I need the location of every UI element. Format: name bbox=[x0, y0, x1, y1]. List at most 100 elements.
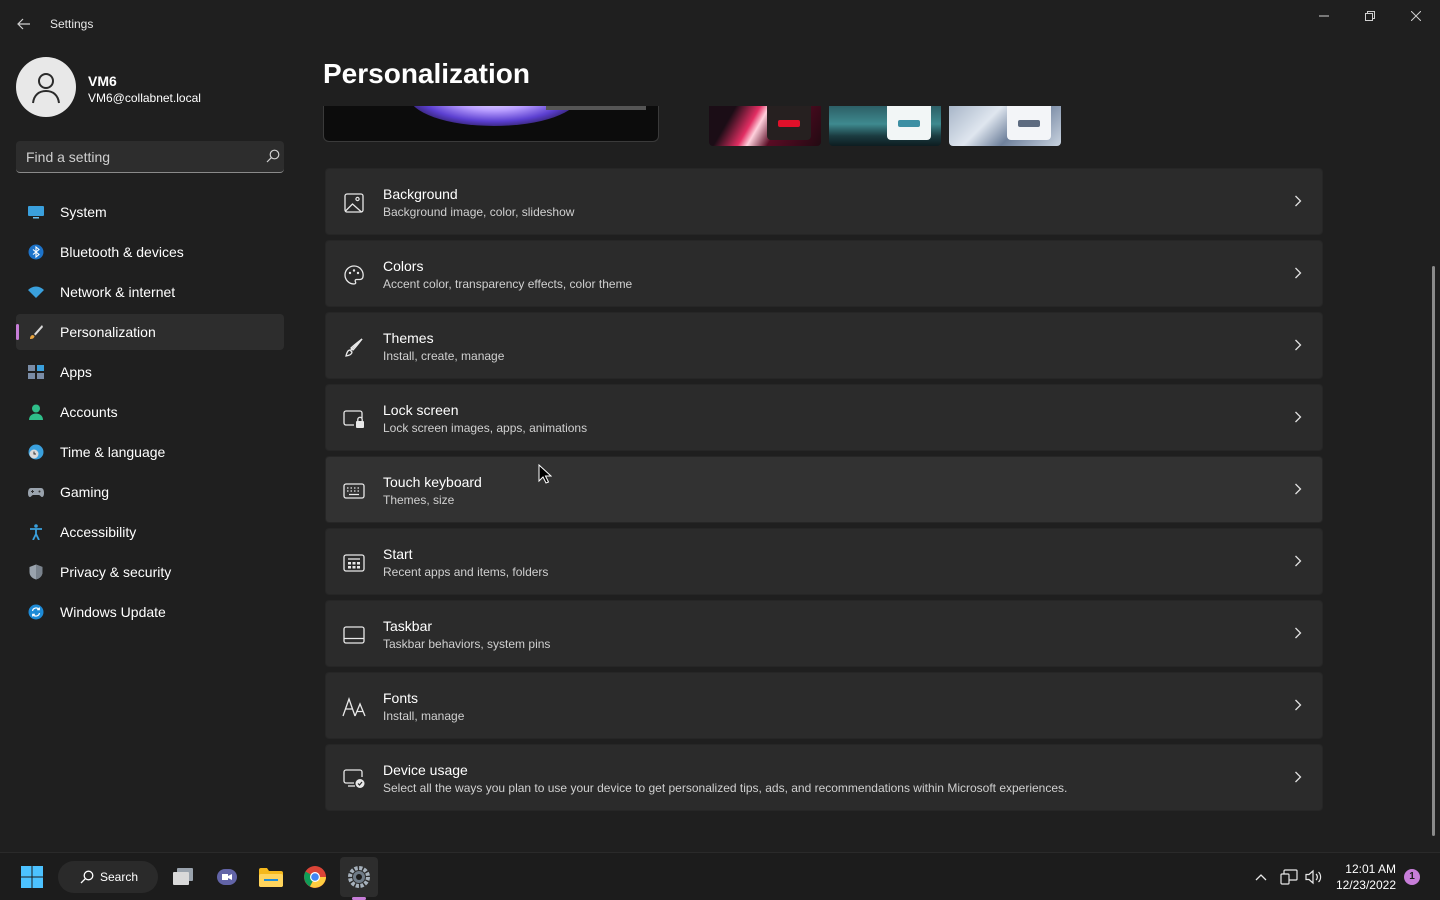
accessibility-icon bbox=[28, 524, 44, 540]
search-box[interactable] bbox=[16, 141, 284, 173]
setting-fonts[interactable]: Fonts Install, manage bbox=[325, 672, 1323, 739]
setting-touch-keyboard[interactable]: Touch keyboard Themes, size bbox=[325, 456, 1323, 523]
device-usage-icon bbox=[342, 767, 366, 791]
taskbar-icon bbox=[342, 623, 366, 647]
close-icon bbox=[1411, 11, 1421, 21]
setting-subtitle: Themes, size bbox=[383, 493, 455, 507]
chevron-right-icon bbox=[1290, 337, 1306, 353]
sidebar-item-network[interactable]: Network & internet bbox=[16, 274, 284, 310]
sidebar-item-label: Gaming bbox=[60, 484, 110, 500]
sidebar-item-windows-update[interactable]: Windows Update bbox=[16, 594, 284, 630]
setting-taskbar[interactable]: Taskbar Taskbar behaviors, system pins bbox=[325, 600, 1323, 667]
setting-subtitle: Recent apps and items, folders bbox=[383, 565, 549, 579]
chevron-right-icon bbox=[1290, 697, 1306, 713]
mouse-cursor-icon bbox=[538, 464, 552, 484]
gear-icon bbox=[348, 866, 370, 888]
chevron-right-icon bbox=[1290, 193, 1306, 209]
keyboard-icon bbox=[342, 479, 366, 503]
show-hidden-icons-button[interactable] bbox=[1251, 867, 1271, 887]
back-button[interactable] bbox=[12, 12, 36, 36]
minimize-button[interactable] bbox=[1302, 4, 1346, 28]
setting-subtitle: Taskbar behaviors, system pins bbox=[383, 637, 551, 651]
close-button[interactable] bbox=[1394, 4, 1438, 28]
restore-icon bbox=[1365, 11, 1375, 21]
globe-clock-icon bbox=[28, 444, 44, 460]
setting-title: Lock screen bbox=[383, 402, 459, 418]
user-email: VM6@collabnet.local bbox=[88, 91, 201, 105]
theme-thumbnail[interactable] bbox=[709, 106, 821, 146]
sidebar-item-label: Personalization bbox=[60, 324, 156, 340]
avatar[interactable] bbox=[16, 57, 76, 117]
preview-window-bar bbox=[546, 106, 646, 110]
sidebar-item-privacy[interactable]: Privacy & security bbox=[16, 554, 284, 590]
task-view-button[interactable] bbox=[167, 861, 199, 893]
sidebar-item-label: Windows Update bbox=[60, 604, 166, 620]
speaker-icon bbox=[1305, 869, 1322, 885]
windows-logo-icon bbox=[21, 866, 43, 888]
setting-colors[interactable]: Colors Accent color, transparency effect… bbox=[325, 240, 1323, 307]
brush-icon bbox=[28, 324, 44, 340]
sidebar-item-accounts[interactable]: Accounts bbox=[16, 394, 284, 430]
setting-title: Device usage bbox=[383, 762, 468, 778]
setting-device-usage[interactable]: Device usage Select all the ways you pla… bbox=[325, 744, 1323, 811]
setting-subtitle: Accent color, transparency effects, colo… bbox=[383, 277, 633, 291]
sidebar-nav: System Bluetooth & devices Network & int… bbox=[16, 194, 284, 634]
sidebar-item-label: Apps bbox=[60, 364, 92, 380]
chevron-right-icon bbox=[1290, 481, 1306, 497]
start-button[interactable] bbox=[16, 861, 48, 893]
setting-lock-screen[interactable]: Lock screen Lock screen images, apps, an… bbox=[325, 384, 1323, 451]
chat-button[interactable] bbox=[211, 861, 243, 893]
sidebar-item-label: Privacy & security bbox=[60, 564, 172, 580]
setting-themes[interactable]: Themes Install, create, manage bbox=[325, 312, 1323, 379]
taskbar-search-button[interactable]: Search bbox=[58, 861, 158, 893]
search-input[interactable] bbox=[26, 147, 246, 167]
sidebar-item-accessibility[interactable]: Accessibility bbox=[16, 514, 284, 550]
taskbar: Search 12:01 AM 12/23/2022 1 bbox=[0, 852, 1440, 900]
theme-color-chip bbox=[1007, 106, 1051, 140]
sidebar-item-system[interactable]: System bbox=[16, 194, 284, 230]
clock-time[interactable]: 12:01 AM bbox=[1340, 862, 1396, 876]
settings-list: Background Background image, color, slid… bbox=[325, 168, 1323, 816]
chevron-right-icon bbox=[1290, 265, 1306, 281]
sidebar-item-label: Network & internet bbox=[60, 284, 176, 300]
title-bar: Settings bbox=[0, 0, 1440, 48]
minimize-icon bbox=[1319, 15, 1329, 17]
wifi-icon bbox=[28, 284, 44, 300]
monitor-icon bbox=[28, 204, 44, 220]
network-icon bbox=[1280, 869, 1298, 885]
file-explorer-button[interactable] bbox=[255, 861, 287, 893]
network-tray-button[interactable] bbox=[1279, 867, 1299, 887]
setting-subtitle: Select all the ways you plan to use your… bbox=[383, 781, 1068, 795]
search-icon bbox=[80, 870, 94, 884]
folder-icon bbox=[259, 868, 283, 887]
setting-subtitle: Install, create, manage bbox=[383, 349, 505, 363]
bluetooth-icon bbox=[28, 244, 44, 260]
theme-preview bbox=[323, 106, 659, 142]
start-icon bbox=[342, 551, 366, 575]
setting-start[interactable]: Start Recent apps and items, folders bbox=[325, 528, 1323, 595]
taskbar-search-label: Search bbox=[100, 870, 139, 884]
chrome-button[interactable] bbox=[299, 861, 331, 893]
lock-screen-icon bbox=[342, 407, 366, 431]
sidebar-item-apps[interactable]: Apps bbox=[16, 354, 284, 390]
scrollbar[interactable] bbox=[1432, 266, 1435, 836]
person-icon bbox=[28, 404, 44, 420]
sidebar-item-bluetooth[interactable]: Bluetooth & devices bbox=[16, 234, 284, 270]
setting-title: Start bbox=[383, 546, 413, 562]
sidebar-item-gaming[interactable]: Gaming bbox=[16, 474, 284, 510]
sidebar-item-personalization[interactable]: Personalization bbox=[16, 314, 284, 350]
theme-thumbnail[interactable] bbox=[829, 106, 941, 146]
sidebar-item-time-language[interactable]: Time & language bbox=[16, 434, 284, 470]
settings-taskbar-button[interactable] bbox=[343, 861, 375, 893]
setting-title: Background bbox=[383, 186, 458, 202]
theme-thumbnail[interactable] bbox=[949, 106, 1061, 146]
notification-badge[interactable]: 1 bbox=[1404, 869, 1420, 885]
palette-icon bbox=[342, 263, 366, 287]
volume-tray-button[interactable] bbox=[1304, 867, 1324, 887]
restore-button[interactable] bbox=[1348, 4, 1392, 28]
setting-background[interactable]: Background Background image, color, slid… bbox=[325, 168, 1323, 235]
clock-date[interactable]: 12/23/2022 bbox=[1330, 878, 1396, 892]
search-icon[interactable] bbox=[266, 149, 282, 165]
app-title: Settings bbox=[50, 17, 94, 31]
setting-title: Themes bbox=[383, 330, 434, 346]
